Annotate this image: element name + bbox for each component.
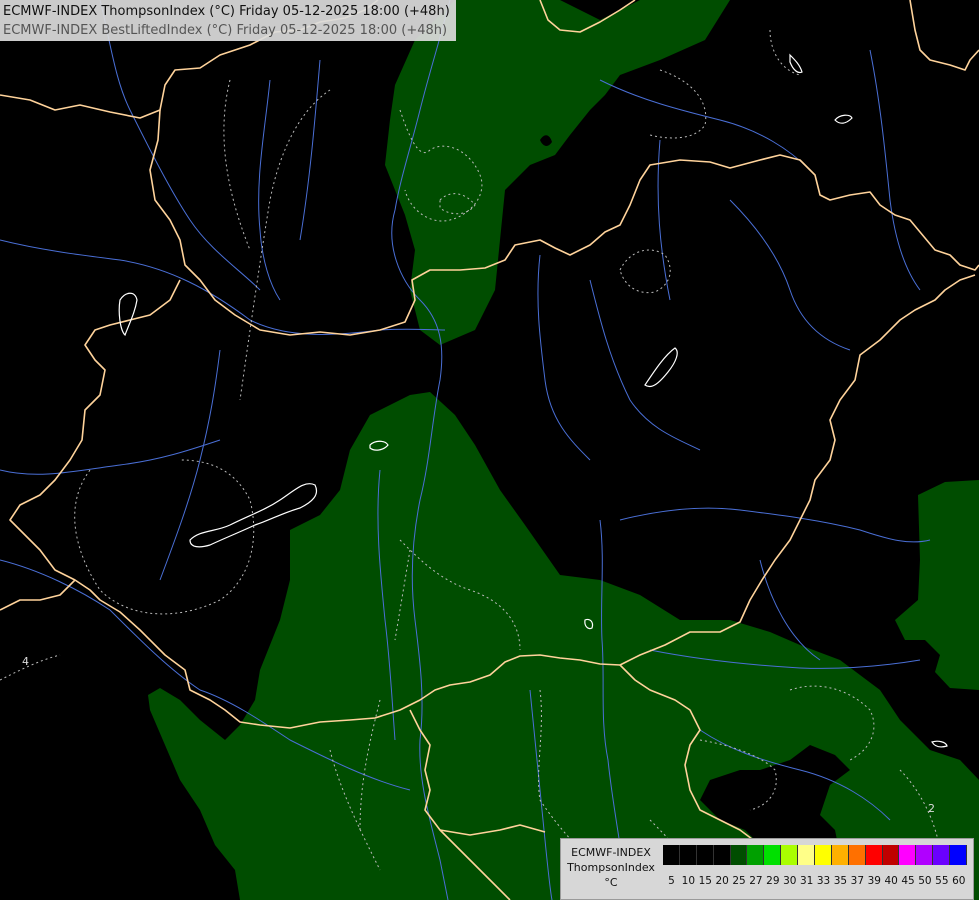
legend-swatch [730, 845, 748, 865]
legend-tick-label: 20 [715, 875, 729, 887]
legend-tick-label: 45 [901, 875, 915, 887]
legend-swatch [899, 845, 917, 865]
legend-tick-label: 39 [867, 875, 881, 887]
legend-swatch [916, 845, 934, 865]
legend-swatch [933, 845, 951, 865]
weather-map: 4 2 [0, 0, 979, 900]
legend-tick-label: 25 [732, 875, 746, 887]
legend-swatch [950, 845, 968, 865]
legend-tick-label: 35 [833, 875, 848, 887]
legend-variable: ThompsonIndex [567, 861, 655, 874]
legend-swatch [798, 845, 816, 865]
legend-tick-label: 27 [749, 875, 763, 887]
legend-tick-label: 37 [850, 875, 865, 887]
legend-tick-label: 60 [952, 875, 966, 887]
title-line-bestlifted: ECMWF-INDEX BestLiftedIndex (°C) Friday … [3, 23, 448, 38]
legend-tick-label: 29 [766, 875, 780, 887]
legend-swatch [882, 845, 900, 865]
legend-tick-label: 15 [698, 875, 712, 887]
legend-swatch [815, 845, 832, 865]
legend-tick-label: 40 [884, 875, 898, 887]
legend-tick-label: 10 [681, 875, 696, 887]
contour-label: 4 [22, 655, 29, 668]
contour-label: 2 [928, 802, 935, 815]
legend-swatch [713, 845, 731, 865]
map-title: ECMWF-INDEX ThompsonIndex (°C) Friday 05… [0, 0, 456, 41]
legend-swatches [663, 845, 968, 865]
legend-swatch [848, 845, 866, 865]
legend-swatch [679, 845, 697, 865]
legend-swatch [696, 845, 714, 865]
legend-tick-label: 55 [935, 875, 949, 887]
legend-label: ECMWF-INDEX ThompsonIndex °C [561, 845, 661, 890]
color-legend: ECMWF-INDEX ThompsonIndex °C 5 10 15 20 25 27… [560, 838, 974, 900]
legend-swatch [831, 845, 849, 865]
legend-unit: °C [604, 876, 618, 889]
legend-title: ECMWF-INDEX [571, 846, 651, 859]
legend-tick-label: 33 [816, 875, 831, 887]
legend-tick-label: 31 [799, 875, 814, 887]
legend-swatch [764, 845, 782, 865]
legend-tick-label: 5 [668, 875, 675, 887]
legend-swatch [663, 845, 680, 865]
title-line-thompson: ECMWF-INDEX ThompsonIndex (°C) Friday 05… [3, 4, 450, 19]
legend-tick-label: 30 [783, 875, 797, 887]
legend-swatch [865, 845, 883, 865]
legend-swatch [781, 845, 799, 865]
legend-swatch [747, 845, 765, 865]
legend-tick-label: 50 [918, 875, 932, 887]
